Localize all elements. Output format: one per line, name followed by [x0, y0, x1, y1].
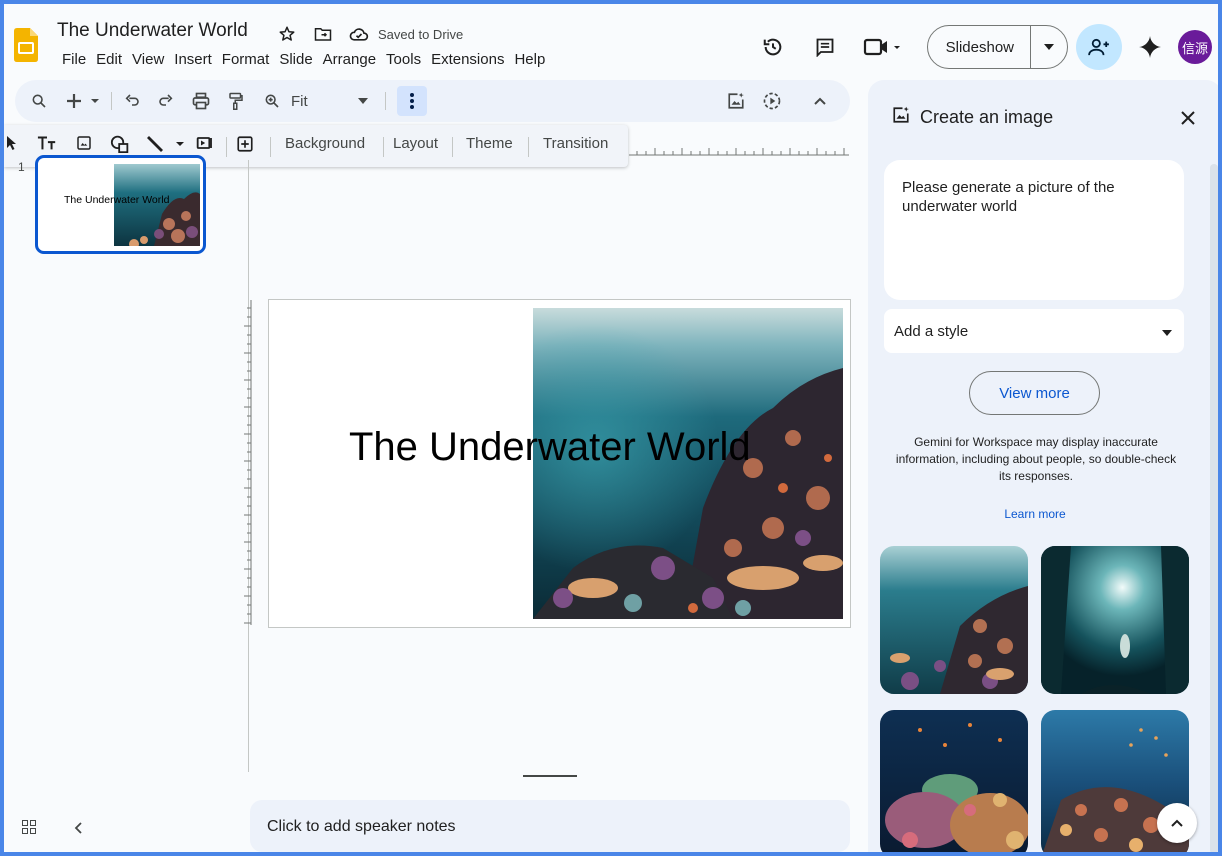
- menu-slide[interactable]: Slide: [274, 49, 317, 70]
- gemini-sparkle-icon[interactable]: [1130, 27, 1170, 67]
- search-menus-icon[interactable]: [27, 89, 51, 113]
- present-play-icon[interactable]: [761, 89, 783, 113]
- menu-tools[interactable]: Tools: [381, 49, 426, 70]
- document-title[interactable]: The Underwater World: [57, 20, 248, 42]
- prompt-input[interactable]: Please generate a picture of the underwa…: [884, 160, 1184, 300]
- scroll-up-button[interactable]: [1157, 803, 1197, 843]
- slide-title[interactable]: The Underwater World: [349, 425, 751, 470]
- slide-number: 1: [18, 160, 25, 174]
- view-more-button[interactable]: View more: [969, 371, 1100, 415]
- redo-icon[interactable]: [155, 89, 177, 113]
- new-slide-icon[interactable]: [65, 89, 101, 113]
- more-options-icon[interactable]: [397, 86, 427, 116]
- share-button[interactable]: [1076, 24, 1122, 70]
- menu-format[interactable]: Format: [217, 49, 275, 70]
- generated-image-2[interactable]: [1041, 546, 1189, 694]
- menu-edit[interactable]: Edit: [91, 49, 127, 70]
- panel-scrollbar[interactable]: [1210, 164, 1218, 852]
- insert-image-ai-icon[interactable]: [725, 89, 747, 113]
- insert-comment-box-icon[interactable]: [236, 135, 254, 153]
- meet-call-icon[interactable]: [857, 27, 909, 67]
- panel-title: Create an image: [920, 107, 1054, 127]
- create-image-panel: Create an image Please generate a pictur…: [868, 80, 1218, 852]
- notes-resize-handle[interactable]: [523, 775, 577, 777]
- menu-view[interactable]: View: [127, 49, 169, 70]
- menu-insert[interactable]: Insert: [169, 49, 217, 70]
- close-icon[interactable]: [1176, 106, 1200, 130]
- grid-view-icon[interactable]: [22, 820, 36, 839]
- shape-icon[interactable]: [110, 135, 130, 153]
- collapse-toolbar-icon[interactable]: [809, 89, 831, 113]
- zoom-icon[interactable]: [261, 89, 283, 113]
- learn-more-link[interactable]: Learn more: [868, 507, 1202, 521]
- line-tool-icon[interactable]: [146, 135, 186, 153]
- thumbnail-title: The Underwater World: [64, 194, 170, 206]
- generated-image-3[interactable]: [880, 710, 1028, 852]
- menu-arrange[interactable]: Arrange: [318, 49, 381, 70]
- move-folder-icon[interactable]: [312, 23, 334, 45]
- gemini-disclaimer: Gemini for Workspace may display inaccur…: [895, 435, 1177, 483]
- slideshow-button[interactable]: Slideshow: [926, 25, 1068, 69]
- save-status: Saved to Drive: [378, 26, 464, 42]
- menu-help[interactable]: Help: [509, 49, 550, 70]
- dropdown-arrow-icon: [1162, 323, 1172, 340]
- zoom-level[interactable]: Fit: [291, 89, 308, 113]
- zoom-dropdown-icon[interactable]: [355, 89, 371, 113]
- horizontal-ruler: [629, 148, 849, 156]
- background-button[interactable]: Background: [285, 135, 365, 152]
- theme-button[interactable]: Theme: [466, 135, 513, 152]
- add-person-icon: [1088, 38, 1109, 56]
- slide-thumbnail[interactable]: The Underwater World: [35, 155, 206, 254]
- speaker-notes[interactable]: Click to add speaker notes: [250, 800, 850, 852]
- main-toolbar: Fit: [15, 80, 850, 122]
- chevron-up-icon: [1171, 819, 1183, 827]
- paint-format-icon[interactable]: [225, 89, 247, 113]
- layout-button[interactable]: Layout: [393, 135, 438, 152]
- menu-file[interactable]: File: [57, 49, 91, 70]
- cloud-saved-icon[interactable]: [348, 23, 370, 45]
- print-icon[interactable]: [189, 89, 213, 113]
- account-avatar[interactable]: 信源: [1178, 30, 1212, 64]
- undo-icon[interactable]: [121, 89, 143, 113]
- slide-canvas[interactable]: The Underwater World: [268, 299, 851, 628]
- comments-icon[interactable]: [805, 27, 845, 67]
- generated-image-1[interactable]: [880, 546, 1028, 694]
- star-icon[interactable]: [276, 23, 298, 45]
- slideshow-label[interactable]: Slideshow: [928, 26, 1031, 68]
- transition-button[interactable]: Transition: [543, 135, 608, 152]
- insert-video-icon[interactable]: [196, 135, 216, 151]
- vertical-ruler: [244, 300, 252, 625]
- collapse-filmstrip-icon[interactable]: [74, 821, 82, 839]
- create-image-icon: [892, 106, 910, 129]
- slides-logo-icon[interactable]: [14, 28, 38, 62]
- menu-bar: File Edit View Insert Format Slide Arran…: [57, 49, 550, 70]
- insert-image-icon[interactable]: [76, 135, 92, 151]
- menu-extensions[interactable]: Extensions: [426, 49, 509, 70]
- slideshow-dropdown-icon[interactable]: [1031, 44, 1067, 50]
- style-placeholder: Add a style: [894, 322, 969, 340]
- version-history-icon[interactable]: [753, 27, 793, 67]
- select-arrow-icon[interactable]: [6, 135, 16, 151]
- text-box-icon[interactable]: [37, 135, 57, 151]
- slides-app: The Underwater World Saved to Drive File…: [4, 4, 1218, 852]
- style-dropdown[interactable]: Add a style: [884, 309, 1184, 353]
